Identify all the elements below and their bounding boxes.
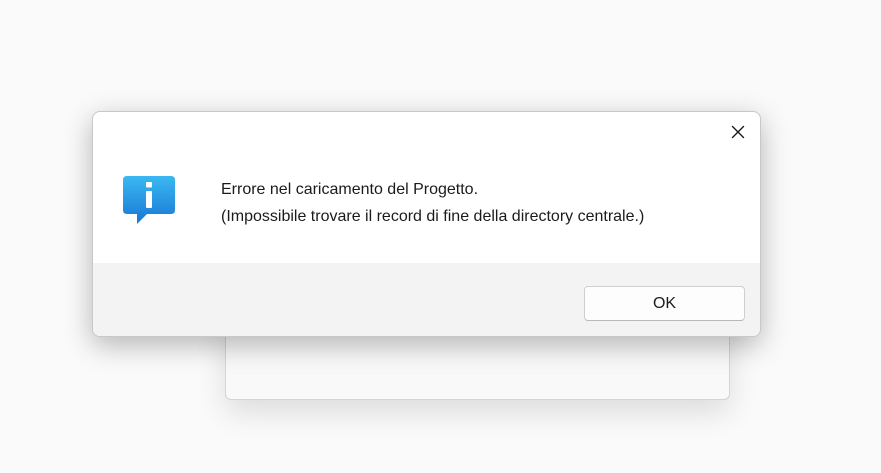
error-message: Errore nel caricamento del Progetto. (Im… bbox=[221, 176, 644, 230]
error-dialog: Errore nel caricamento del Progetto. (Im… bbox=[92, 111, 761, 337]
info-icon bbox=[123, 176, 175, 224]
close-icon bbox=[731, 125, 745, 139]
message-line-2: (Impossibile trovare il record di fine d… bbox=[221, 208, 645, 225]
close-button[interactable] bbox=[724, 118, 752, 146]
desktop-stage: Errore nel caricamento del Progetto. (Im… bbox=[0, 0, 881, 473]
message-line-1: Errore nel caricamento del Progetto. bbox=[221, 181, 479, 198]
dialog-footer: OK bbox=[93, 263, 760, 336]
ok-button[interactable]: OK bbox=[584, 286, 745, 321]
